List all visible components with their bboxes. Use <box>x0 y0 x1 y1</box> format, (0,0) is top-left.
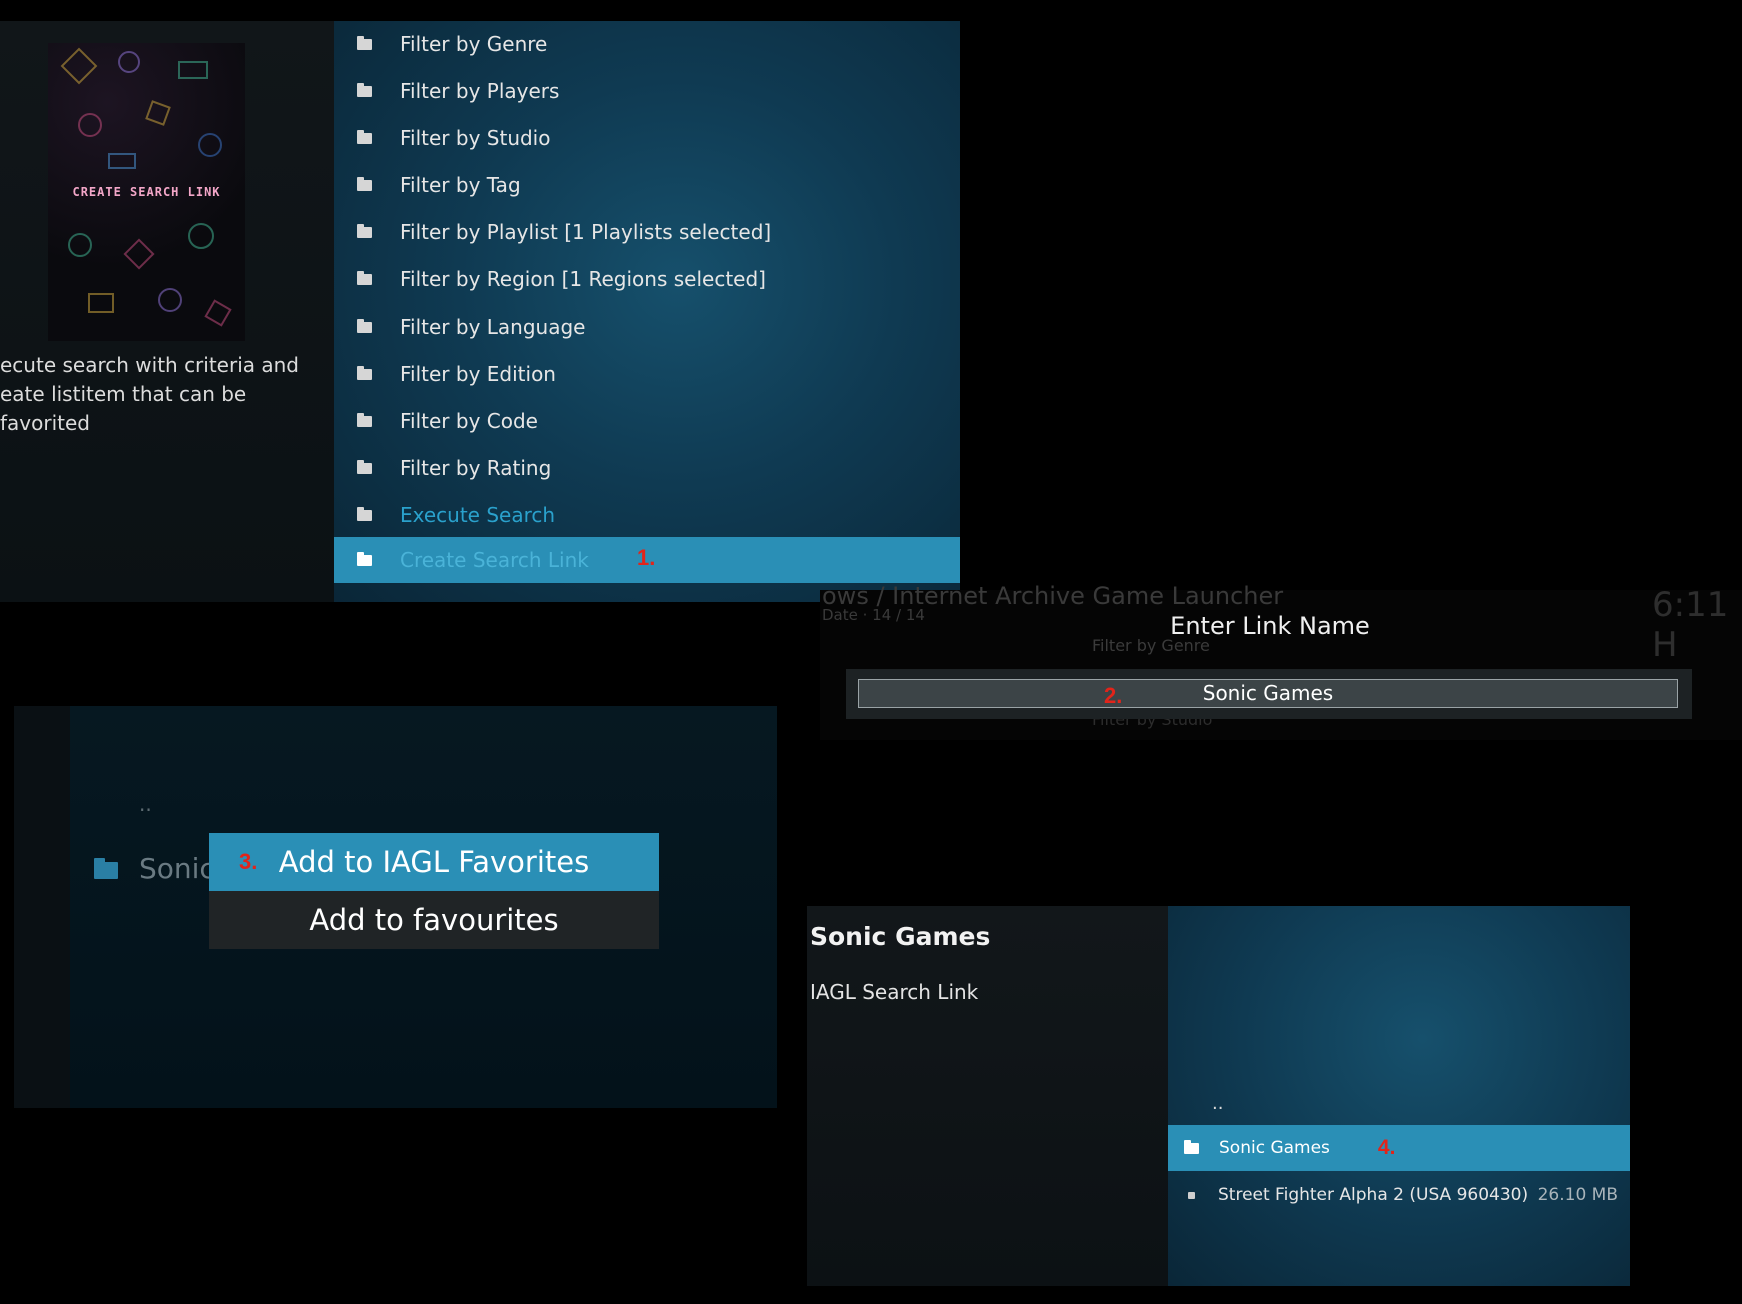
list-item-label: Sonic Games <box>1219 1138 1330 1158</box>
step-marker-4: 4. <box>1377 1136 1396 1159</box>
menu-item-filter-language[interactable]: Filter by Language <box>334 304 960 350</box>
menu-item-filter-edition[interactable]: Filter by Edition <box>334 351 960 397</box>
link-name-input-container: Sonic Games <box>846 669 1692 719</box>
list-item-sonic-games[interactable]: Sonic Games 4. <box>1168 1125 1630 1171</box>
add-to-iagl-favorites-button[interactable]: 3. Add to IAGL Favorites <box>209 833 659 891</box>
menu-item-filter-code[interactable]: Filter by Code <box>334 398 960 444</box>
parent-folder-item[interactable]: .. <box>139 792 152 816</box>
step-marker-3: 3. <box>239 849 258 874</box>
menu-item-filter-genre[interactable]: Filter by Genre <box>334 21 960 67</box>
folder-icon <box>357 82 372 97</box>
menu-item-label: Filter by Players <box>400 79 560 103</box>
menu-item-filter-players[interactable]: Filter by Players <box>334 68 960 114</box>
menu-item-filter-playlist[interactable]: Filter by Playlist [1 Playlists selected… <box>334 209 960 255</box>
menu-item-execute-search[interactable]: Execute Search <box>334 492 960 538</box>
folder-icon <box>357 176 372 191</box>
folder-icon <box>357 129 372 144</box>
thumbnail-text: CREATE SEARCH LINK <box>72 185 221 199</box>
menu-item-filter-rating[interactable]: Filter by Rating <box>334 445 960 491</box>
create-search-link-thumbnail: CREATE SEARCH LINK <box>48 43 245 341</box>
add-to-favourites-button[interactable]: Add to favourites <box>209 891 659 949</box>
link-name-input[interactable]: Sonic Games <box>858 679 1678 708</box>
menu-item-label: Filter by Studio <box>400 126 551 150</box>
folder-icon <box>357 35 372 50</box>
menu-item-label: Execute Search <box>400 503 556 527</box>
folder-icon <box>357 365 372 380</box>
item-description: ecute search with criteria and eate list… <box>0 351 330 438</box>
folder-icon <box>357 459 372 474</box>
folder-item-label[interactable]: Sonic <box>139 852 215 885</box>
list-item-game[interactable]: Street Fighter Alpha 2 (USA 960430) 26.1… <box>1168 1172 1630 1218</box>
file-icon <box>1188 1191 1195 1199</box>
side-strip <box>14 706 70 1108</box>
step-marker-2: 2. <box>1104 683 1123 708</box>
parent-folder-item[interactable]: .. <box>1212 1093 1223 1114</box>
description-line: eate listitem that can be favorited <box>0 382 247 435</box>
menu-item-filter-tag[interactable]: Filter by Tag <box>334 162 960 208</box>
folder-icon <box>357 506 372 521</box>
folder-icon <box>357 318 372 333</box>
folder-icon <box>357 412 372 427</box>
background-clock: 6:11 H <box>1652 585 1729 665</box>
item-title: Sonic Games <box>810 922 991 951</box>
folder-icon <box>357 270 372 285</box>
folder-icon <box>357 551 372 566</box>
menu-item-label: Filter by Playlist [1 Playlists selected… <box>400 220 772 244</box>
step-marker-1: 1. <box>637 545 656 570</box>
menu-item-label: Create Search Link <box>400 548 589 572</box>
context-menu-label: Add to favourites <box>309 903 559 937</box>
info-panel <box>807 906 1168 1286</box>
menu-item-filter-studio[interactable]: Filter by Studio <box>334 115 960 161</box>
folder-icon <box>94 858 118 883</box>
folder-icon <box>1184 1139 1199 1154</box>
menu-item-label: Filter by Genre <box>400 32 548 56</box>
menu-item-label: Filter by Rating <box>400 456 552 480</box>
favorites-list <box>1168 906 1630 1286</box>
info-panel: CREATE SEARCH LINK ecute search with cri… <box>0 21 334 602</box>
menu-item-filter-region[interactable]: Filter by Region [1 Regions selected] <box>334 256 960 302</box>
menu-item-label: Filter by Tag <box>400 173 521 197</box>
item-subtitle: IAGL Search Link <box>810 980 979 1004</box>
menu-item-label: Filter by Edition <box>400 362 556 386</box>
list-item-label: Street Fighter Alpha 2 (USA 960430) <box>1218 1185 1529 1205</box>
menu-item-label: Filter by Region [1 Regions selected] <box>400 267 766 291</box>
search-filter-list: Filter by Genre Filter by Players Filter… <box>334 21 960 602</box>
menu-item-label: Filter by Language <box>400 315 586 339</box>
file-size: 26.10 MB <box>1537 1185 1618 1205</box>
dialog-title: Enter Link Name <box>1170 612 1370 640</box>
description-line: ecute search with criteria and <box>0 353 300 377</box>
background-sort-info: Date · 14 / 14 <box>822 606 925 624</box>
folder-icon <box>357 223 372 238</box>
menu-item-label: Filter by Code <box>400 409 538 433</box>
context-menu-label: Add to IAGL Favorites <box>278 845 590 879</box>
